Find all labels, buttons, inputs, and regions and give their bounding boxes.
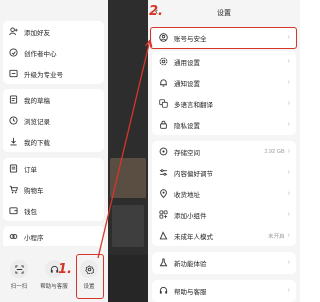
drawer-item-creator[interactable]: 创作者中心	[3, 42, 104, 63]
scan-icon	[10, 260, 28, 278]
drawer-top	[0, 0, 108, 8]
feed-image	[108, 255, 148, 302]
gear-icon	[158, 57, 168, 67]
headset-icon	[158, 286, 168, 296]
chevron-right-icon: ›	[287, 58, 290, 65]
settings-item-label: 新功能体验	[174, 260, 207, 268]
drawer-group-apps: 小程序	[3, 226, 104, 248]
teen-mode-value: 未开启	[268, 233, 285, 240]
chevron-right-icon: ›	[287, 121, 290, 128]
settings-item-label: 未成年人模式	[174, 233, 213, 241]
settings-item-content-preferences[interactable]: 内容偏好调节 ›	[152, 162, 296, 183]
feed-image	[110, 158, 146, 198]
settings-group-help: 帮助与客服 ›	[152, 280, 296, 302]
order-icon	[8, 164, 18, 174]
translate-icon	[158, 99, 168, 109]
location-icon	[158, 189, 168, 199]
upgrade-icon	[8, 69, 18, 79]
settings-group-general: 通用设置 › 通知设置 › 多语言和翻译 › 隐私设置 ›	[152, 51, 296, 135]
drawer-group-content: 我的草稿 浏览记录 我的下载	[3, 89, 104, 152]
settings-group-labs: 新功能体验 ›	[152, 252, 296, 274]
drawer-item-label: 我的草稿	[24, 97, 50, 105]
feed-image	[112, 205, 144, 247]
chevron-right-icon: ›	[287, 100, 290, 107]
creator-icon	[8, 48, 18, 58]
settings-item-label: 多语言和翻译	[174, 101, 213, 109]
bell-icon	[158, 78, 168, 88]
add-friend-icon	[8, 27, 18, 37]
chevron-right-icon: ›	[287, 259, 290, 266]
drawer-group-commerce: 订单 购物车 钱包	[3, 158, 104, 221]
page-title: 设置	[217, 10, 231, 17]
scan-button[interactable]: 扫一扫	[2, 260, 36, 296]
settings-item-help[interactable]: 帮助与客服 ›	[152, 280, 296, 301]
drawer-item-label: 添加好友	[24, 29, 50, 37]
drawer-item-downloads[interactable]: 我的下载	[3, 131, 104, 152]
settings-item-label: 通知设置	[174, 80, 200, 88]
settings-item-notifications[interactable]: 通知设置 ›	[152, 72, 296, 93]
history-icon	[8, 116, 18, 126]
drawer-group-social: 添加好友 创作者中心 升级为专业号	[3, 21, 104, 84]
settings-item-label: 添加小组件	[174, 212, 207, 220]
widget-icon	[158, 210, 168, 220]
settings-group-storage: 存储空间 2.92 GB › 内容偏好调节 › 收货地址 › 添加小组件 › 未…	[152, 141, 296, 246]
chevron-right-icon: ›	[287, 232, 290, 239]
background-feed	[108, 0, 148, 302]
chevron-right-icon: ›	[287, 211, 290, 218]
scan-label: 扫一扫	[10, 284, 28, 290]
draft-icon	[8, 95, 18, 105]
step-1-label: 1.	[58, 262, 72, 277]
download-icon	[8, 137, 18, 147]
settings-item-widgets[interactable]: 添加小组件 ›	[152, 204, 296, 225]
settings-item-label: 存储空间	[174, 149, 200, 157]
drawer-item-upgrade[interactable]: 升级为专业号	[3, 63, 104, 84]
storage-icon	[158, 147, 168, 157]
cart-icon	[8, 185, 18, 195]
drawer-item-mini-program[interactable]: 小程序	[3, 226, 104, 247]
drawer-item-label: 订单	[24, 166, 37, 174]
storage-value: 2.92 GB	[264, 148, 285, 155]
drawer-item-orders[interactable]: 订单	[3, 158, 104, 179]
drawer-item-label: 小程序	[24, 234, 44, 242]
drawer-item-label: 购物车	[24, 187, 44, 195]
settings-item-label: 帮助与客服	[174, 288, 207, 296]
drawer-item-label: 升级为专业号	[24, 71, 63, 79]
highlight-account-security	[150, 27, 297, 49]
chevron-right-icon: ›	[287, 148, 290, 155]
settings-item-language[interactable]: 多语言和翻译 ›	[152, 93, 296, 114]
sliders-icon	[158, 168, 168, 178]
drawer-item-label: 浏览记录	[24, 118, 50, 126]
drawer-item-drafts[interactable]: 我的草稿	[3, 89, 104, 110]
flask-icon	[158, 258, 168, 268]
drawer-item-label: 钱包	[24, 208, 37, 216]
settings-item-teen-mode[interactable]: 未成年人模式 未开启 ›	[152, 225, 296, 246]
chevron-right-icon: ›	[287, 287, 290, 294]
drawer-item-label: 创作者中心	[24, 50, 57, 58]
drawer-item-add-friend[interactable]: 添加好友	[3, 21, 104, 42]
settings-item-label: 收货地址	[174, 191, 200, 199]
help-label: 帮助与客服	[40, 284, 68, 290]
settings-item-new-features[interactable]: 新功能体验 ›	[152, 252, 296, 273]
settings-item-address[interactable]: 收货地址 ›	[152, 183, 296, 204]
drawer-item-wallet[interactable]: 钱包	[3, 200, 104, 221]
teen-mode-icon	[158, 231, 168, 241]
settings-item-label: 通用设置	[174, 59, 200, 67]
drawer-item-cart[interactable]: 购物车	[3, 179, 104, 200]
chevron-right-icon: ›	[287, 169, 290, 176]
drawer-item-label: 我的下载	[24, 139, 50, 147]
wallet-icon	[8, 206, 18, 216]
highlight-settings-button	[76, 254, 104, 299]
chevron-right-icon: ›	[287, 79, 290, 86]
lock-icon	[158, 120, 168, 130]
settings-item-storage[interactable]: 存储空间 2.92 GB ›	[152, 141, 296, 162]
chevron-right-icon: ›	[287, 190, 290, 197]
settings-item-privacy[interactable]: 隐私设置 ›	[152, 114, 296, 135]
drawer-item-history[interactable]: 浏览记录	[3, 110, 104, 131]
settings-item-label: 内容偏好调节	[174, 170, 213, 178]
settings-item-general[interactable]: 通用设置 ›	[152, 51, 296, 72]
step-2-label: 2.	[149, 4, 163, 19]
settings-item-label: 隐私设置	[174, 122, 200, 130]
mini-program-icon	[8, 232, 18, 242]
